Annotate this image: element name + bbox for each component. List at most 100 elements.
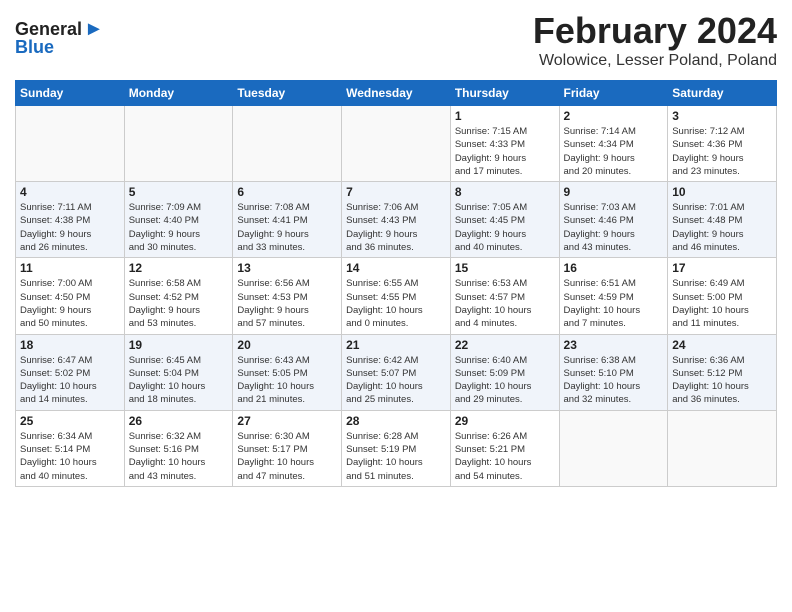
calendar-day: 8 Sunrise: 7:05 AM Sunset: 4:45 PM Daylig… — [450, 182, 559, 258]
calendar-day: 20 Sunrise: 6:43 AM Sunset: 5:05 PM Dayli… — [233, 334, 342, 410]
day-info: Sunrise: 6:58 AM Sunset: 4:52 PM Dayligh… — [129, 277, 229, 330]
calendar-week-row: 25 Sunrise: 6:34 AM Sunset: 5:14 PM Dayli… — [16, 410, 777, 486]
day-number: 23 — [564, 338, 664, 352]
day-info: Sunrise: 6:36 AM Sunset: 5:12 PM Dayligh… — [672, 354, 772, 407]
day-number: 3 — [672, 109, 772, 123]
column-header-wednesday: Wednesday — [342, 81, 451, 106]
day-info: Sunrise: 6:45 AM Sunset: 5:04 PM Dayligh… — [129, 354, 229, 407]
calendar-day: 25 Sunrise: 6:34 AM Sunset: 5:14 PM Dayli… — [16, 410, 125, 486]
logo-blue: Blue — [15, 37, 54, 58]
day-info: Sunrise: 7:08 AM Sunset: 4:41 PM Dayligh… — [237, 201, 337, 254]
calendar-day — [233, 106, 342, 182]
calendar-day: 18 Sunrise: 6:47 AM Sunset: 5:02 PM Dayli… — [16, 334, 125, 410]
day-number: 13 — [237, 261, 337, 275]
calendar-day: 28Sunrise: 6:28 AM Sunset: 5:19 PM Dayli… — [342, 410, 451, 486]
day-info: Sunrise: 6:32 AM Sunset: 5:16 PM Dayligh… — [129, 430, 229, 483]
day-info: Sunrise: 6:56 AM Sunset: 4:53 PM Dayligh… — [237, 277, 337, 330]
calendar-day: 13 Sunrise: 6:56 AM Sunset: 4:53 PM Dayli… — [233, 258, 342, 334]
calendar-week-row: 1Sunrise: 7:15 AM Sunset: 4:33 PM Daylig… — [16, 106, 777, 182]
day-info: Sunrise: 7:01 AM Sunset: 4:48 PM Dayligh… — [672, 201, 772, 254]
calendar-day: 27 Sunrise: 6:30 AM Sunset: 5:17 PM Dayli… — [233, 410, 342, 486]
calendar-day: 24 Sunrise: 6:36 AM Sunset: 5:12 PM Dayli… — [668, 334, 777, 410]
day-info: Sunrise: 6:26 AM Sunset: 5:21 PM Dayligh… — [455, 430, 555, 483]
day-number: 2 — [564, 109, 664, 123]
logo: General ► Blue — [15, 10, 104, 58]
calendar-day: 17 Sunrise: 6:49 AM Sunset: 5:00 PM Dayli… — [668, 258, 777, 334]
column-header-friday: Friday — [559, 81, 668, 106]
day-number: 14 — [346, 261, 446, 275]
day-info: Sunrise: 7:06 AM Sunset: 4:43 PM Dayligh… — [346, 201, 446, 254]
day-info: Sunrise: 6:43 AM Sunset: 5:05 PM Dayligh… — [237, 354, 337, 407]
calendar-day: 10 Sunrise: 7:01 AM Sunset: 4:48 PM Dayli… — [668, 182, 777, 258]
day-info: Sunrise: 6:30 AM Sunset: 5:17 PM Dayligh… — [237, 430, 337, 483]
day-info: Sunrise: 7:03 AM Sunset: 4:46 PM Dayligh… — [564, 201, 664, 254]
calendar-day: 6 Sunrise: 7:08 AM Sunset: 4:41 PM Daylig… — [233, 182, 342, 258]
column-header-saturday: Saturday — [668, 81, 777, 106]
day-number: 16 — [564, 261, 664, 275]
day-info: Sunrise: 6:55 AM Sunset: 4:55 PM Dayligh… — [346, 277, 446, 330]
day-info: Sunrise: 6:49 AM Sunset: 5:00 PM Dayligh… — [672, 277, 772, 330]
day-info: Sunrise: 6:42 AM Sunset: 5:07 PM Dayligh… — [346, 354, 446, 407]
calendar-day — [342, 106, 451, 182]
calendar-day: 12 Sunrise: 6:58 AM Sunset: 4:52 PM Dayli… — [124, 258, 233, 334]
day-number: 4 — [20, 185, 120, 199]
day-number: 19 — [129, 338, 229, 352]
day-number: 12 — [129, 261, 229, 275]
day-info: Sunrise: 6:34 AM Sunset: 5:14 PM Dayligh… — [20, 430, 120, 483]
calendar-day: 3Sunrise: 7:12 AM Sunset: 4:36 PM Daylig… — [668, 106, 777, 182]
logo-arrow-icon: ► — [84, 18, 104, 41]
day-info: Sunrise: 7:05 AM Sunset: 4:45 PM Dayligh… — [455, 201, 555, 254]
calendar-day — [16, 106, 125, 182]
day-number: 22 — [455, 338, 555, 352]
day-number: 25 — [20, 414, 120, 428]
day-number: 10 — [672, 185, 772, 199]
day-number: 29 — [455, 414, 555, 428]
calendar-day: 9Sunrise: 7:03 AM Sunset: 4:46 PM Daylig… — [559, 182, 668, 258]
day-info: Sunrise: 7:09 AM Sunset: 4:40 PM Dayligh… — [129, 201, 229, 254]
day-info: Sunrise: 6:38 AM Sunset: 5:10 PM Dayligh… — [564, 354, 664, 407]
day-info: Sunrise: 7:00 AM Sunset: 4:50 PM Dayligh… — [20, 277, 120, 330]
calendar-day: 15 Sunrise: 6:53 AM Sunset: 4:57 PM Dayli… — [450, 258, 559, 334]
page-header: General ► Blue February 2024 Wolowice, L… — [15, 10, 777, 74]
calendar-day: 29 Sunrise: 6:26 AM Sunset: 5:21 PM Dayli… — [450, 410, 559, 486]
day-info: Sunrise: 6:53 AM Sunset: 4:57 PM Dayligh… — [455, 277, 555, 330]
calendar-day: 22 Sunrise: 6:40 AM Sunset: 5:09 PM Dayli… — [450, 334, 559, 410]
day-number: 21 — [346, 338, 446, 352]
day-info: Sunrise: 6:40 AM Sunset: 5:09 PM Dayligh… — [455, 354, 555, 407]
calendar-day — [559, 410, 668, 486]
day-number: 6 — [237, 185, 337, 199]
column-header-tuesday: Tuesday — [233, 81, 342, 106]
calendar-day — [124, 106, 233, 182]
day-number: 7 — [346, 185, 446, 199]
day-info: Sunrise: 7:11 AM Sunset: 4:38 PM Dayligh… — [20, 201, 120, 254]
calendar-day: 5Sunrise: 7:09 AM Sunset: 4:40 PM Daylig… — [124, 182, 233, 258]
day-number: 8 — [455, 185, 555, 199]
day-number: 18 — [20, 338, 120, 352]
calendar-day: 1Sunrise: 7:15 AM Sunset: 4:33 PM Daylig… — [450, 106, 559, 182]
day-number: 24 — [672, 338, 772, 352]
column-header-monday: Monday — [124, 81, 233, 106]
calendar-day: 16Sunrise: 6:51 AM Sunset: 4:59 PM Dayli… — [559, 258, 668, 334]
day-number: 20 — [237, 338, 337, 352]
calendar-day: 21 Sunrise: 6:42 AM Sunset: 5:07 PM Dayli… — [342, 334, 451, 410]
day-info: Sunrise: 6:28 AM Sunset: 5:19 PM Dayligh… — [346, 430, 446, 483]
calendar-week-row: 4 Sunrise: 7:11 AM Sunset: 4:38 PM Daylig… — [16, 182, 777, 258]
calendar-day: 26 Sunrise: 6:32 AM Sunset: 5:16 PM Dayli… — [124, 410, 233, 486]
calendar-day: 19 Sunrise: 6:45 AM Sunset: 5:04 PM Dayli… — [124, 334, 233, 410]
day-number: 15 — [455, 261, 555, 275]
day-number: 27 — [237, 414, 337, 428]
calendar-day: 4 Sunrise: 7:11 AM Sunset: 4:38 PM Daylig… — [16, 182, 125, 258]
day-info: Sunrise: 6:47 AM Sunset: 5:02 PM Dayligh… — [20, 354, 120, 407]
header-info: February 2024 Wolowice, Lesser Poland, P… — [15, 10, 777, 74]
column-header-sunday: Sunday — [16, 81, 125, 106]
calendar-week-row: 18 Sunrise: 6:47 AM Sunset: 5:02 PM Dayli… — [16, 334, 777, 410]
calendar-day: 23 Sunrise: 6:38 AM Sunset: 5:10 PM Dayli… — [559, 334, 668, 410]
day-number: 11 — [20, 261, 120, 275]
day-info: Sunrise: 7:14 AM Sunset: 4:34 PM Dayligh… — [564, 125, 664, 178]
calendar-table: SundayMondayTuesdayWednesdayThursdayFrid… — [15, 80, 777, 487]
day-number: 26 — [129, 414, 229, 428]
calendar-subtitle: Wolowice, Lesser Poland, Poland — [15, 52, 777, 70]
column-header-thursday: Thursday — [450, 81, 559, 106]
day-number: 17 — [672, 261, 772, 275]
day-info: Sunrise: 7:15 AM Sunset: 4:33 PM Dayligh… — [455, 125, 555, 178]
